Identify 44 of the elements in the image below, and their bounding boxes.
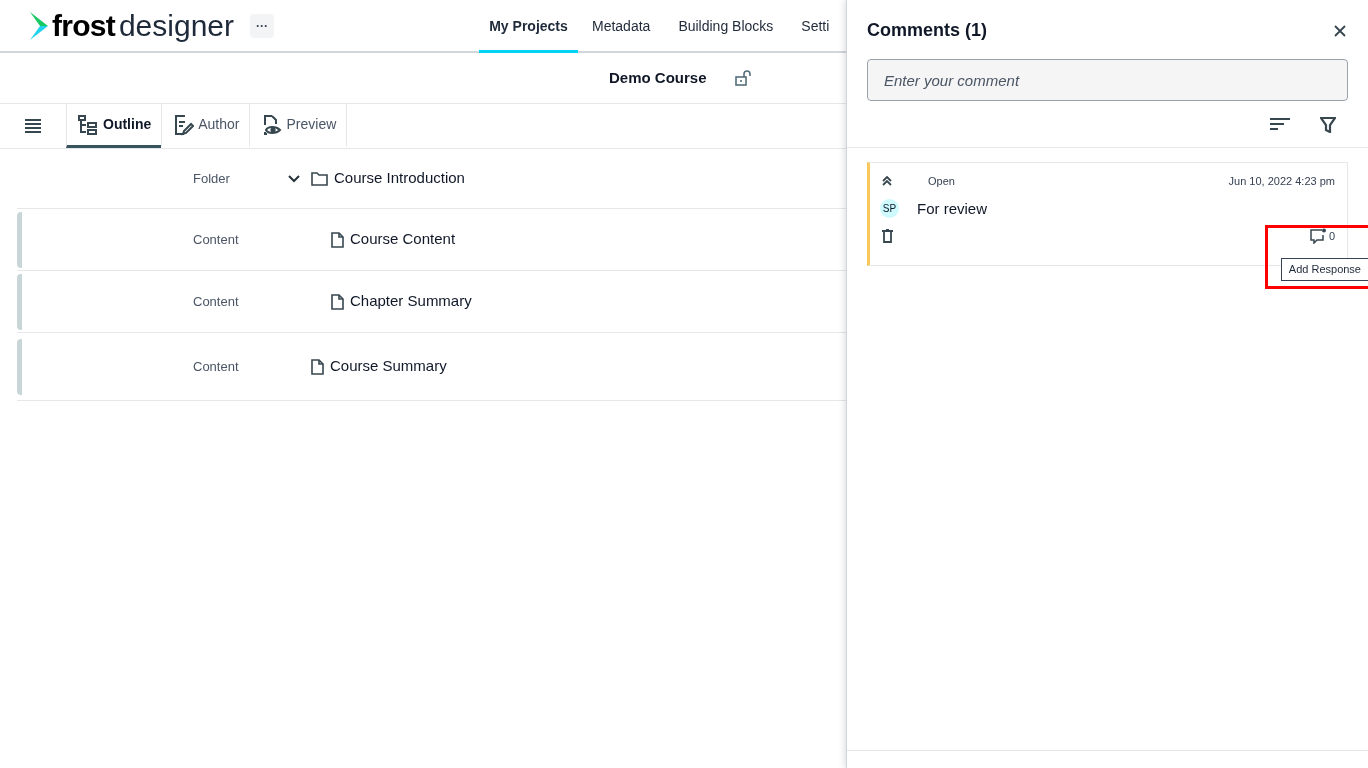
unlocked-icon[interactable]: [734, 70, 751, 86]
view-tab[interactable]: Author: [161, 104, 250, 148]
nav-tab[interactable]: My Projects: [479, 0, 578, 53]
outline-item[interactable]: Course Introduction: [334, 167, 465, 190]
outline-item[interactable]: Chapter Summary: [350, 290, 472, 313]
response-button[interactable]: 0: [1309, 228, 1335, 245]
course-title: Demo Course: [609, 67, 707, 88]
type-label: Folder: [193, 169, 231, 188]
sort-icon[interactable]: [1270, 117, 1290, 131]
view-tab[interactable]: Preview: [249, 104, 348, 148]
trash-icon[interactable]: [882, 229, 893, 244]
type-label: Content: [193, 292, 240, 311]
type-label: Content: [193, 230, 240, 249]
add-response-tooltip: Add Response: [1280, 258, 1368, 281]
logo-chevron-icon: [28, 9, 50, 42]
more-button[interactable]: ···: [250, 13, 274, 38]
logo-text: designer: [118, 10, 234, 41]
comment-icon: [1309, 228, 1327, 245]
comment-text: For review: [917, 198, 987, 219]
avatar: SP: [880, 199, 899, 219]
panel-title: Comments (1): [867, 19, 987, 42]
logo-text: frost: [52, 10, 115, 41]
file-icon: [331, 231, 344, 248]
author-icon: [172, 113, 195, 136]
close-button[interactable]: [1332, 22, 1348, 39]
folder-icon: [311, 171, 328, 186]
chevron-icon[interactable]: [288, 174, 300, 183]
file-icon: [331, 293, 344, 310]
outline-icon: [77, 113, 99, 136]
menu-icon[interactable]: [24, 119, 42, 133]
status-label: Open: [928, 174, 955, 189]
comment-date: Jun 10, 2022 4:23 pm: [1228, 174, 1335, 189]
outline-item[interactable]: Course Content: [350, 228, 456, 251]
close-icon: [1334, 24, 1346, 37]
nav-tab[interactable]: Setti: [787, 0, 830, 53]
nav-tab[interactable]: Metadata: [578, 0, 665, 53]
comment-field[interactable]: Enter your comment: [867, 59, 1348, 101]
view-tab[interactable]: Outline: [66, 104, 162, 148]
nav-tab[interactable]: Building Blocks: [664, 0, 788, 53]
filter-icon[interactable]: [1320, 117, 1336, 133]
outline-item[interactable]: Course Summary: [330, 355, 447, 378]
file-icon: [311, 358, 324, 375]
collapse-icon[interactable]: [882, 176, 892, 187]
type-label: Content: [193, 357, 240, 376]
